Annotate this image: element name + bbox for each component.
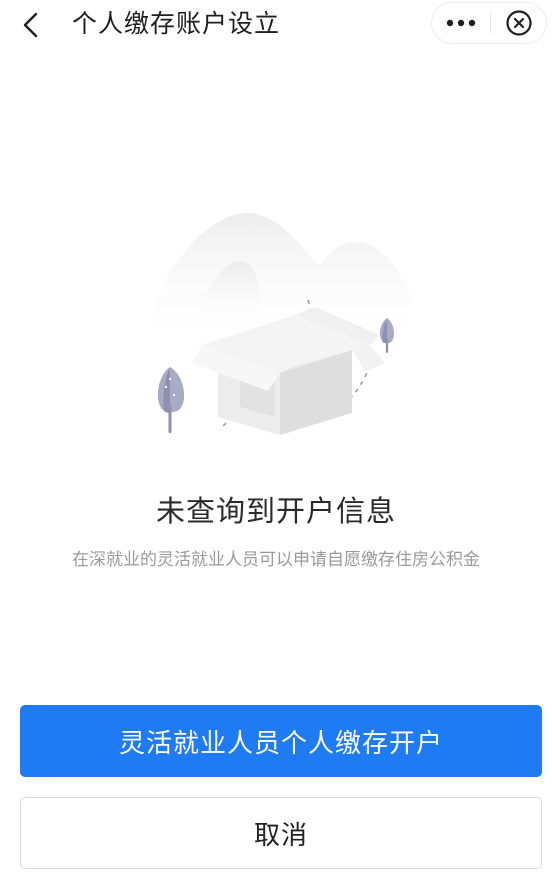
page-title: 个人缴存账户设立	[72, 9, 281, 38]
empty-box-illustration	[150, 213, 410, 435]
cancel-button[interactable]: 取消	[20, 797, 542, 869]
more-button[interactable]	[432, 3, 490, 43]
top-bar: 个人缴存账户设立	[0, 0, 552, 50]
page: 个人缴存账户设立 未查询到开户信息 在深就业的灵活就业人员可以申请自愿缴存住房公…	[0, 0, 552, 876]
close-button[interactable]	[491, 3, 547, 43]
back-button[interactable]	[14, 8, 48, 42]
close-circle-icon	[506, 10, 532, 36]
mini-program-capsule	[431, 2, 547, 44]
empty-state-description: 在深就业的灵活就业人员可以申请自愿缴存住房公积金	[72, 550, 480, 570]
more-dots-icon	[446, 19, 476, 27]
chevron-left-icon	[23, 12, 38, 38]
flexible-employment-open-account-button[interactable]: 灵活就业人员个人缴存开户	[20, 705, 542, 777]
empty-state-title: 未查询到开户信息	[155, 494, 396, 528]
